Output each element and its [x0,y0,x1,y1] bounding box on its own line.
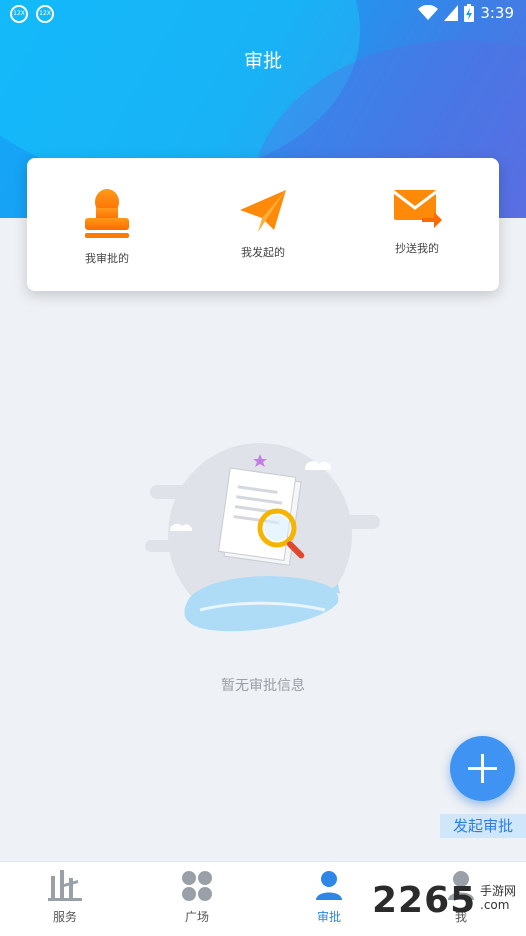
clock-text: 3:39 [480,4,514,22]
paper-plane-icon [240,190,286,232]
page-title: 审批 [243,50,282,72]
quick-actions-card: 我审批的 我发起的 抄送我的 [27,158,499,291]
building-icon [48,870,82,901]
clover-icon [182,871,212,901]
watermark-text: 手游网 .com [480,884,517,912]
notification-icon: 12X [10,5,28,23]
person-icon [316,871,342,900]
action-initiated[interactable]: 我发起的 [203,188,323,260]
new-approval-fab[interactable] [450,736,515,801]
wifi-icon [418,5,439,20]
tab-label: 审批 [316,910,341,924]
tab-label: 服务 [52,910,77,924]
action-my-approvals[interactable]: 我审批的 [47,188,167,266]
watermark-logo: 2265 [372,880,477,921]
status-bar: 12X 12X 3:39 [0,0,526,30]
new-approval-label[interactable]: 发起审批 [440,814,526,838]
action-label: 我审批的 [85,252,129,265]
action-label: 我发起的 [241,246,285,259]
empty-state-message: 暂无审批信息 [221,678,305,694]
action-label: 抄送我的 [395,242,439,255]
mail-forward-icon [393,190,442,228]
signal-icon [444,5,459,21]
tab-label: 广场 [184,910,209,924]
empty-search-illustration [145,443,380,632]
tab-approval[interactable]: 审批 [274,870,384,925]
tab-service[interactable]: 服务 [10,870,120,925]
tab-square[interactable]: 广场 [142,870,252,925]
action-cc-to-me[interactable]: 抄送我的 [357,188,477,256]
battery-icon [464,4,475,22]
stamp-icon [85,189,129,238]
notification-icon: 12X [36,5,54,23]
